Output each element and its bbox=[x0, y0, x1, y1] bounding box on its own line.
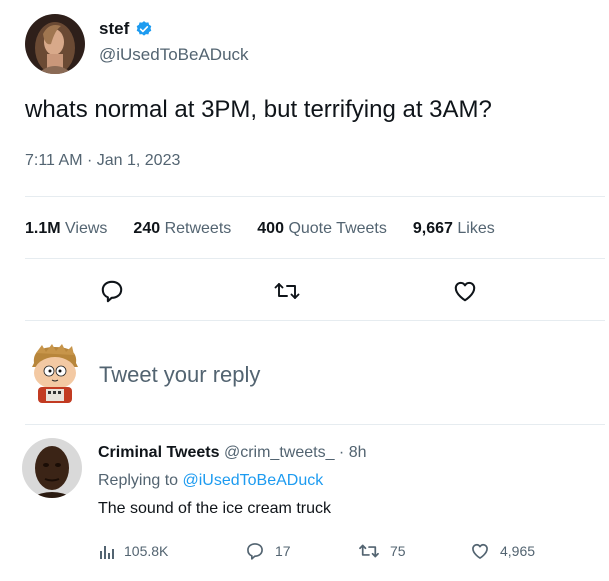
reply-reply-button[interactable]: 17 bbox=[245, 540, 291, 562]
heart-icon bbox=[452, 278, 478, 304]
author-name[interactable]: stef bbox=[99, 19, 153, 39]
replying-to: Replying to @iUsedToBeADuck bbox=[98, 472, 323, 490]
replying-to-link[interactable]: @iUsedToBeADuck bbox=[183, 472, 324, 489]
reply-views-button[interactable]: 105.8K bbox=[100, 540, 168, 562]
reply-button[interactable] bbox=[97, 276, 127, 306]
retweet-icon bbox=[358, 541, 380, 561]
reply-age[interactable]: 8h bbox=[349, 444, 367, 461]
retweets-stat[interactable]: 240 Retweets bbox=[133, 220, 231, 238]
divider bbox=[25, 258, 605, 259]
heart-icon bbox=[470, 541, 490, 561]
reply-author-name[interactable]: Criminal Tweets bbox=[98, 444, 220, 461]
retweets-label: Retweets bbox=[164, 220, 232, 237]
reply-retweet-button[interactable]: 75 bbox=[358, 540, 406, 562]
tweet-stats: 1.1M Views 240 Retweets 400 Quote Tweets… bbox=[25, 220, 495, 238]
tweet-timestamp[interactable]: 7:11 AM · Jan 1, 2023 bbox=[25, 152, 180, 170]
retweets-count: 240 bbox=[133, 220, 161, 237]
verified-badge-icon bbox=[135, 20, 153, 38]
analytics-icon bbox=[100, 543, 114, 559]
tweet-actions bbox=[0, 276, 609, 306]
like-button[interactable] bbox=[450, 276, 480, 306]
views-count: 1.1M bbox=[25, 220, 61, 237]
reply-header: Criminal Tweets @crim_tweets_ · 8h bbox=[98, 444, 366, 462]
tweet-detail: stef @iUsedToBeADuck whats normal at 3PM… bbox=[0, 0, 609, 581]
views-stat[interactable]: 1.1M Views bbox=[25, 220, 107, 238]
divider bbox=[25, 424, 605, 425]
reply-replies-count: 17 bbox=[275, 543, 291, 559]
reply-actions: 105.8K 17 75 4,965 bbox=[0, 540, 609, 562]
reply-author-avatar[interactable] bbox=[22, 438, 82, 498]
retweet-icon bbox=[273, 278, 301, 304]
divider bbox=[25, 320, 605, 321]
replying-to-prefix: Replying to bbox=[98, 472, 183, 489]
quote-tweets-count: 400 bbox=[257, 220, 284, 237]
reply-retweets-count: 75 bbox=[390, 543, 406, 559]
author-name-text[interactable]: stef bbox=[99, 19, 129, 39]
divider bbox=[25, 196, 605, 197]
reply-icon bbox=[245, 541, 265, 561]
reply-icon bbox=[99, 278, 125, 304]
reply-likes-count: 4,965 bbox=[500, 543, 536, 559]
likes-label: Likes bbox=[457, 220, 495, 237]
author-avatar[interactable] bbox=[25, 14, 85, 74]
author-handle[interactable]: @iUsedToBeADuck bbox=[99, 45, 249, 65]
reply-like-button[interactable]: 4,965 bbox=[470, 540, 535, 562]
likes-count: 9,667 bbox=[412, 220, 453, 237]
quote-tweets-label: Quote Tweets bbox=[288, 220, 387, 237]
reply-author-handle[interactable]: @crim_tweets_ bbox=[224, 444, 335, 461]
quote-tweets-stat[interactable]: 400 Quote Tweets bbox=[257, 220, 387, 238]
views-label: Views bbox=[65, 220, 108, 237]
reply-separator: · bbox=[334, 444, 349, 461]
reply-text: The sound of the ice cream truck bbox=[98, 500, 331, 517]
likes-stat[interactable]: 9,667 Likes bbox=[413, 220, 495, 238]
retweet-button[interactable] bbox=[272, 276, 302, 306]
reply-views-count: 105.8K bbox=[124, 543, 169, 559]
current-user-avatar bbox=[28, 343, 82, 403]
tweet-text: whats normal at 3PM, but terrifying at 3… bbox=[25, 96, 492, 123]
reply-input[interactable] bbox=[99, 362, 579, 388]
